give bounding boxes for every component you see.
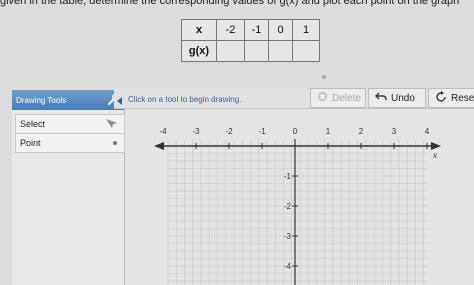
x-tick-label: -4 (159, 127, 167, 136)
delete-button[interactable]: Delete (310, 88, 366, 108)
delete-label: Delete (332, 92, 361, 104)
x-tick-label: 0 (293, 127, 298, 136)
undo-label: Undo (391, 92, 415, 104)
separator-dot (322, 75, 326, 79)
x-axis-arrow-right (431, 142, 441, 150)
tool-select[interactable]: Select (15, 114, 125, 134)
gx-input-cell[interactable] (244, 40, 269, 62)
x-tick-label: 2 (359, 127, 364, 136)
y-tick-label: -4 (284, 262, 292, 271)
table-row-gx: g(x) (181, 40, 320, 62)
tool-select-label: Select (20, 119, 46, 129)
drawing-tools-title: Drawing Tools (16, 96, 67, 105)
instruction-text: given in the table, determine the corres… (0, 0, 460, 7)
status-message: Click on a tool to begin drawing. (128, 95, 242, 104)
x-tick-label: 3 (392, 127, 397, 136)
collapse-arrow-icon[interactable] (116, 93, 124, 111)
undo-icon (375, 92, 387, 105)
reset-button[interactable]: Reset (428, 88, 474, 108)
point-icon (113, 141, 117, 145)
tool-point-label: Point (20, 138, 41, 148)
table-row-x: x -2 -1 0 1 (181, 19, 320, 41)
gx-input-cell[interactable] (268, 40, 293, 62)
x-tick-label: -3 (192, 127, 200, 136)
y-tick-label: -2 (284, 202, 292, 211)
x-tick-label: 4 (425, 127, 430, 136)
x-value-cell: 1 (292, 19, 320, 41)
x-value-cell: -2 (216, 19, 245, 41)
drawing-tools-header: Drawing Tools (12, 90, 124, 110)
gx-header-cell: g(x) (181, 40, 217, 62)
x-tick-label: -2 (225, 127, 233, 136)
y-tick-label: -3 (284, 232, 292, 241)
x-value-cell: -1 (244, 19, 269, 41)
undo-button[interactable]: Undo (368, 88, 426, 108)
x-value-cell: 0 (268, 19, 293, 41)
tool-point[interactable]: Point (15, 133, 125, 153)
pointer-icon (104, 117, 118, 133)
y-tick-label: -1 (284, 172, 292, 181)
x-tick-label: -1 (258, 127, 266, 136)
x-axis-label: x (432, 150, 437, 160)
reset-icon (435, 90, 447, 106)
values-table: x -2 -1 0 1 g(x) (181, 19, 320, 62)
coordinate-plane[interactable]: -4 -3 -2 -1 0 1 2 3 4 -1 -2 -3 -4 x (125, 109, 474, 285)
x-header-cell: x (181, 19, 217, 41)
delete-icon (317, 91, 328, 105)
gx-input-cell[interactable] (292, 40, 320, 62)
drawing-tools-panel: Drawing Tools Select Point (12, 90, 125, 285)
status-bar: Click on a tool to begin drawing. Delete… (114, 88, 474, 109)
graph-area[interactable]: -4 -3 -2 -1 0 1 2 3 4 -1 -2 -3 -4 x (125, 109, 474, 285)
reset-label: Reset (451, 92, 474, 104)
gx-input-cell[interactable] (216, 40, 245, 62)
x-tick-label: 1 (326, 127, 331, 136)
